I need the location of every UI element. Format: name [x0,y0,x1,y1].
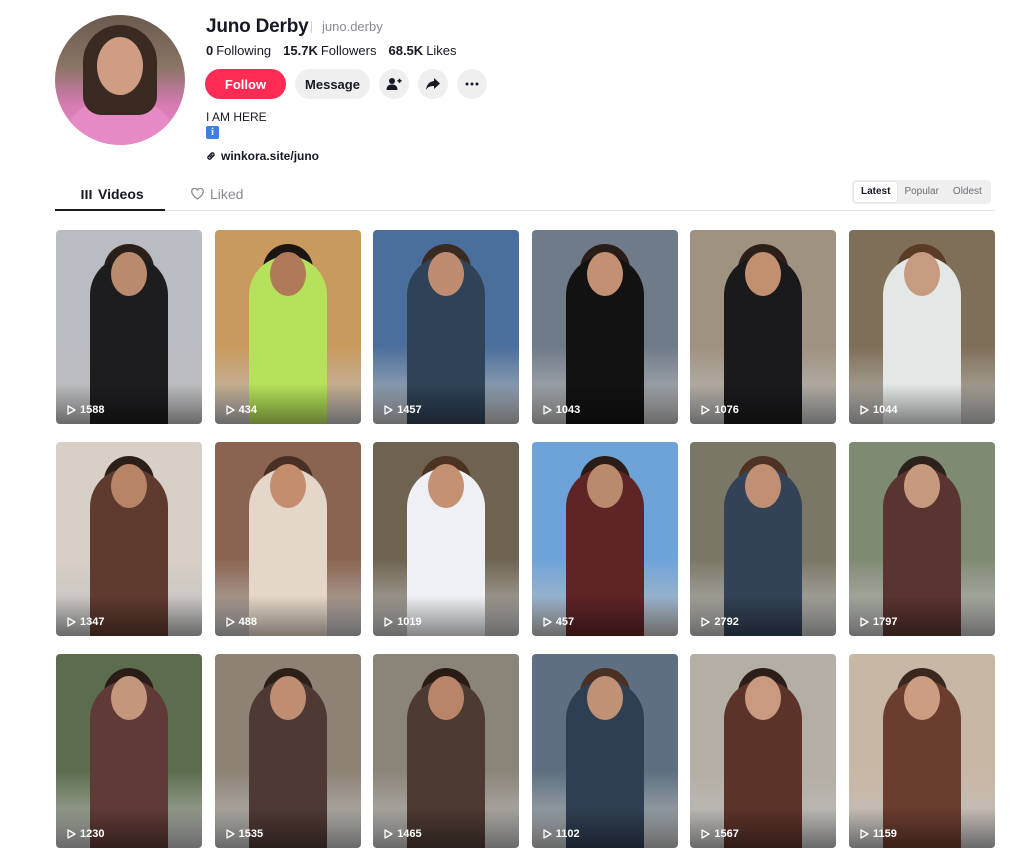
profile-stats: 0 Following 15.7K Followers 68.5K Likes [206,43,457,58]
video-card[interactable]: 1044 [848,230,995,424]
view-count: 1567 [701,828,739,840]
play-icon [384,405,393,415]
view-count: 1102 [543,828,580,840]
play-icon [543,829,552,839]
share-arrow-icon [426,78,440,90]
link-icon [207,152,215,160]
video-card[interactable]: 1797 [848,442,995,636]
profile-bio: I AM HERE [206,110,267,124]
play-icon [67,829,76,839]
followers-stat[interactable]: 15.7K Followers [283,43,376,58]
view-count: 488 [225,616,257,628]
view-count: 434 [225,404,257,416]
view-count: 1347 [67,616,104,628]
view-count: 1019 [384,616,422,628]
play-icon [701,829,711,839]
play-icon [384,617,393,627]
play-icon [860,829,869,839]
name-divider [311,21,312,33]
video-card[interactable]: 488 [214,442,361,636]
profile-avatar[interactable] [55,15,185,145]
play-icon [860,405,869,415]
play-icon [225,405,235,415]
video-card[interactable]: 1043 [531,230,678,424]
sort-latest[interactable]: Latest [854,182,898,202]
profile-link-text: winkora.site/juno [221,149,320,163]
play-icon [543,405,552,415]
play-icon [701,617,711,627]
active-tab-indicator [55,209,165,211]
more-button[interactable] [457,69,487,99]
tab-videos[interactable]: Videos [81,186,144,202]
sort-popular[interactable]: Popular [897,182,945,202]
view-count: 1588 [67,404,104,416]
video-card[interactable]: 1019 [373,442,520,636]
sort-control: Latest Popular Oldest [852,180,991,204]
more-dots-icon [465,82,479,86]
person-add-icon [386,78,402,90]
video-card[interactable]: 1588 [56,230,202,424]
add-friend-button[interactable] [379,69,409,99]
video-card[interactable]: 1102 [531,654,678,848]
view-count: 1044 [860,404,897,416]
view-count: 2792 [701,616,739,628]
video-card[interactable]: 1457 [373,230,520,424]
video-card[interactable]: 1230 [56,654,202,848]
play-icon [67,617,76,627]
likes-stat: 68.5K Likes [388,43,457,58]
grid-bars-icon [81,189,92,199]
profile-actions: Follow Message [205,69,487,99]
play-icon [384,829,393,839]
video-card[interactable]: 457 [531,442,678,636]
play-icon [543,617,552,627]
view-count: 1043 [543,404,580,416]
view-count: 1465 [384,828,422,840]
video-grid: 1588 434 1457 1043 1076 1044 1347 488 1019 457 279… [56,230,995,848]
message-button[interactable]: Message [295,69,370,99]
view-count: 1797 [860,616,897,628]
tab-liked[interactable]: Liked [191,186,243,202]
liked-heart-icon [191,188,204,200]
play-icon [225,829,235,839]
profile-username: juno.derby [322,19,383,34]
info-emoji-icon: i [206,126,219,139]
view-count: 457 [543,616,574,628]
following-stat[interactable]: 0 Following [206,43,271,58]
video-card[interactable]: 1347 [56,442,202,636]
video-card[interactable]: 1567 [690,654,837,848]
play-icon [67,405,76,415]
view-count: 1159 [860,828,897,840]
view-count: 1457 [384,404,422,416]
profile-link[interactable]: winkora.site/juno [205,149,319,163]
video-card[interactable]: 1159 [848,654,995,848]
play-icon [225,617,235,627]
follow-button[interactable]: Follow [205,69,286,99]
video-card[interactable]: 2792 [690,442,837,636]
video-card[interactable]: 1465 [373,654,520,848]
play-icon [860,617,869,627]
view-count: 1230 [67,828,104,840]
video-card[interactable]: 434 [214,230,361,424]
profile-name: Juno Derby [206,16,309,37]
play-icon [701,405,711,415]
view-count: 1076 [701,404,739,416]
sort-oldest[interactable]: Oldest [946,182,989,202]
video-card[interactable]: 1535 [214,654,361,848]
share-button[interactable] [418,69,448,99]
video-card[interactable]: 1076 [690,230,837,424]
view-count: 1535 [225,828,263,840]
